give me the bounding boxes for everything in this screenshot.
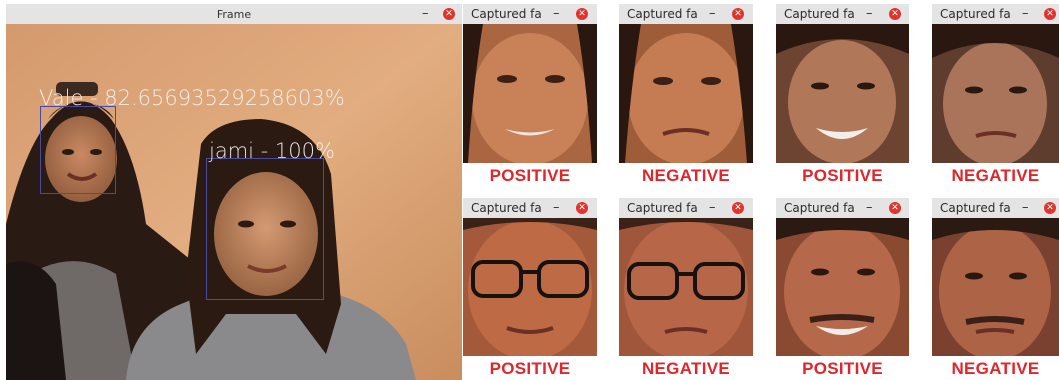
face-image <box>619 218 753 356</box>
face-photo <box>619 24 753 163</box>
result-label: NEGATIVE <box>951 166 1040 185</box>
captured-face-window: Captured fa – ✕ <box>619 4 753 163</box>
captured-titlebar[interactable]: Captured fa – ✕ <box>463 4 597 25</box>
face-photo <box>932 24 1059 163</box>
captured-titlebar[interactable]: Captured fa – ✕ <box>932 4 1059 25</box>
face-photo <box>463 24 597 163</box>
face-box-jami <box>206 158 324 300</box>
minimize-button[interactable]: – <box>1022 198 1029 218</box>
captured-face-window: Captured fa – ✕ <box>463 4 597 163</box>
minimize-button[interactable]: – <box>422 4 429 24</box>
minimize-button[interactable]: – <box>709 4 716 24</box>
captured-title: Captured fa <box>471 7 542 21</box>
close-button[interactable]: ✕ <box>576 202 588 214</box>
face-photo <box>463 218 597 356</box>
camera-feed: Vale - 82.65693529258603% jami - 100% <box>6 24 462 380</box>
close-button[interactable]: ✕ <box>889 8 901 20</box>
close-button[interactable]: ✕ <box>443 8 455 20</box>
close-button[interactable]: ✕ <box>732 202 744 214</box>
captured-title: Captured fa <box>627 201 698 215</box>
frame-title: Frame <box>216 8 252 21</box>
captured-titlebar[interactable]: Captured fa – ✕ <box>619 4 753 25</box>
captured-title: Captured fa <box>471 201 542 215</box>
close-button[interactable]: ✕ <box>576 8 588 20</box>
close-button[interactable]: ✕ <box>1044 8 1056 20</box>
captured-face-window: Captured fa – ✕ <box>776 198 909 356</box>
face-image <box>776 218 909 356</box>
captured-face-window: Captured fa – ✕ <box>463 198 597 356</box>
result-label: POSITIVE <box>489 359 571 378</box>
captured-titlebar[interactable]: Captured fa – ✕ <box>776 198 909 219</box>
face-photo <box>776 218 909 356</box>
captured-title: Captured fa <box>784 7 855 21</box>
face-box-vale <box>40 106 116 194</box>
detection-label-jami: jami - 100% <box>209 139 335 163</box>
close-button[interactable]: ✕ <box>889 202 901 214</box>
result-label: POSITIVE <box>802 359 883 378</box>
minimize-button[interactable]: – <box>866 198 873 218</box>
face-photo <box>776 24 909 163</box>
captured-face-window: Captured fa – ✕ <box>932 198 1059 356</box>
captured-title: Captured fa <box>627 7 698 21</box>
face-image <box>463 218 597 356</box>
minimize-button[interactable]: – <box>553 4 560 24</box>
result-label: NEGATIVE <box>951 359 1040 378</box>
captured-titlebar[interactable]: Captured fa – ✕ <box>463 198 597 219</box>
captured-face-window: Captured fa – ✕ <box>776 4 909 163</box>
result-label: POSITIVE <box>489 166 571 185</box>
minimize-button[interactable]: – <box>553 198 560 218</box>
frame-window: Frame – ✕ Vale - 82.65693529258603% jami… <box>6 4 462 380</box>
captured-face-window: Captured fa – ✕ <box>619 198 753 356</box>
detection-label-vale: Vale - 82.65693529258603% <box>39 86 345 110</box>
captured-title: Captured fa <box>940 201 1011 215</box>
close-button[interactable]: ✕ <box>1044 202 1056 214</box>
captured-title: Captured fa <box>784 201 855 215</box>
face-image <box>932 24 1059 163</box>
face-image <box>932 218 1059 356</box>
minimize-button[interactable]: – <box>1022 4 1029 24</box>
close-button[interactable]: ✕ <box>732 8 744 20</box>
face-image <box>463 24 597 163</box>
frame-titlebar[interactable]: Frame – ✕ <box>6 4 462 25</box>
face-image <box>776 24 909 163</box>
face-photo <box>619 218 753 356</box>
captured-face-window: Captured fa – ✕ <box>932 4 1059 163</box>
captured-title: Captured fa <box>940 7 1011 21</box>
result-label: POSITIVE <box>802 166 883 185</box>
minimize-button[interactable]: – <box>866 4 873 24</box>
captured-titlebar[interactable]: Captured fa – ✕ <box>776 4 909 25</box>
result-label: NEGATIVE <box>641 166 731 185</box>
captured-titlebar[interactable]: Captured fa – ✕ <box>932 198 1059 219</box>
minimize-button[interactable]: – <box>709 198 716 218</box>
captured-titlebar[interactable]: Captured fa – ✕ <box>619 198 753 219</box>
face-image <box>619 24 753 163</box>
result-label: NEGATIVE <box>641 359 731 378</box>
face-photo <box>932 218 1059 356</box>
